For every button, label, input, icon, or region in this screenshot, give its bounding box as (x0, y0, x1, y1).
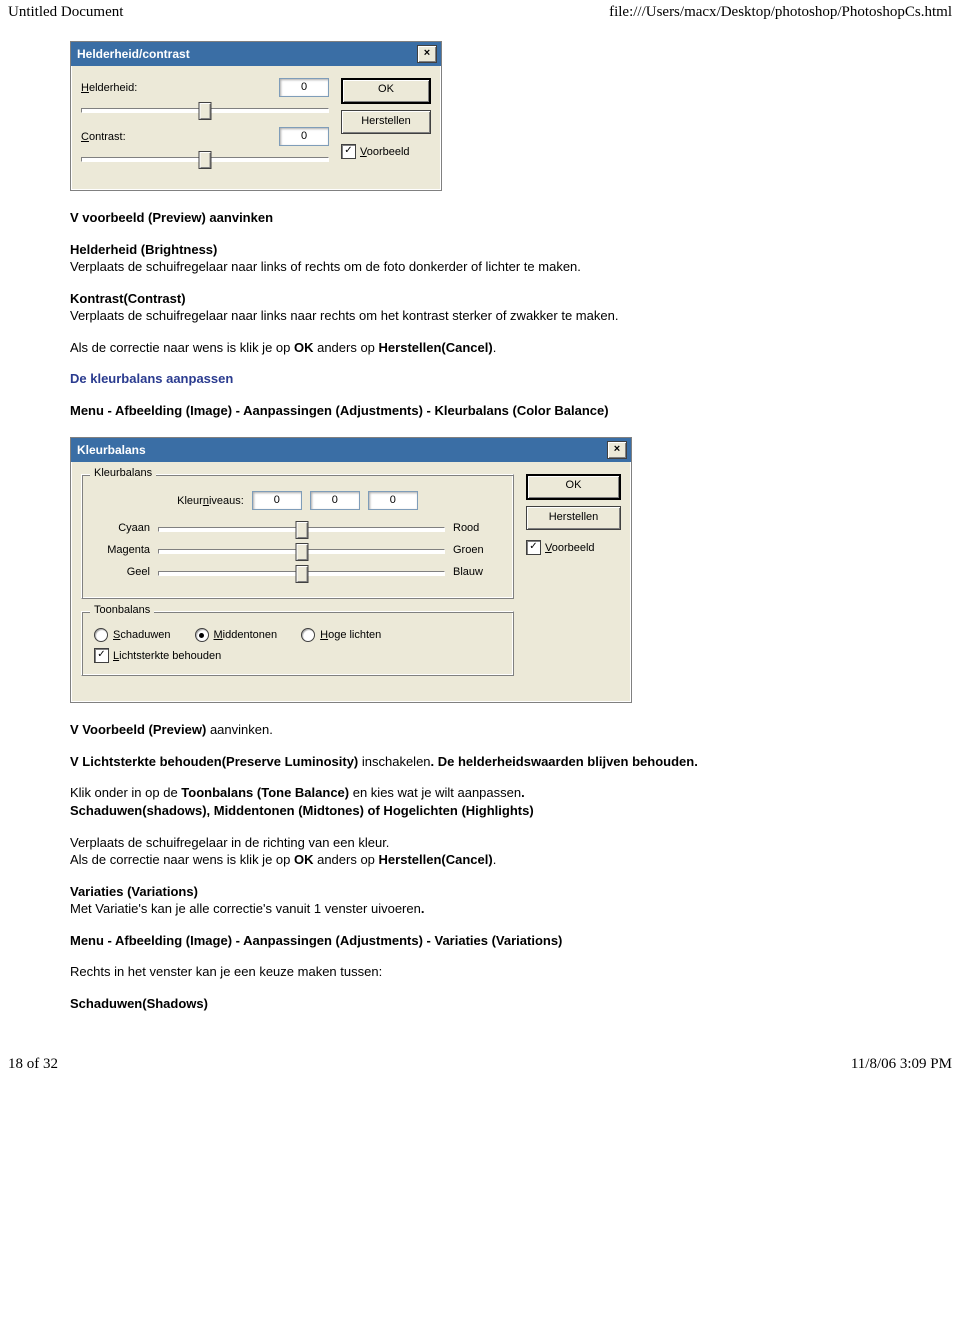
highlights-radio[interactable]: Hoge lichten (301, 628, 381, 642)
paragraph: Verplaats de schuifregelaar in de richti… (70, 834, 890, 869)
tone-balance-group: Toonbalans Schaduwen Middentonen Hoge li… (81, 611, 514, 676)
dialog-titlebar[interactable]: Helderheid/contrast × (71, 42, 441, 66)
cyan-label: Cyaan (94, 522, 150, 534)
checkbox-icon[interactable]: ✓ (94, 648, 109, 663)
contrast-slider[interactable] (81, 150, 329, 166)
brightness-slider[interactable] (81, 101, 329, 117)
yellow-label: Geel (94, 566, 150, 578)
brightness-contrast-dialog: Helderheid/contrast × HHelderheid:elderh… (70, 41, 442, 191)
color-balance-dialog: Kleurbalans × Kleurbalans Kleurniveaus: … (70, 437, 632, 703)
paragraph: Klik onder in op de Toonbalans (Tone Bal… (70, 784, 890, 819)
paragraph: Menu - Afbeelding (Image) - Aanpassingen… (70, 932, 890, 950)
header-title: Untitled Document (8, 4, 123, 21)
red-label: Rood (453, 522, 501, 534)
level-2-input[interactable]: 0 (310, 491, 360, 510)
level-3-input[interactable]: 0 (368, 491, 418, 510)
header-url: file:///Users/macx/Desktop/photoshop/Pho… (609, 4, 952, 21)
brightness-label: HHelderheid:elderheid: (81, 82, 271, 94)
checkbox-icon[interactable]: ✓ (526, 540, 541, 555)
color-balance-group: Kleurbalans Kleurniveaus: 0 0 0 Cyaan Ro… (81, 474, 514, 599)
yellow-blue-slider[interactable] (158, 564, 445, 580)
page-header: Untitled Document file:///Users/macx/Des… (0, 0, 960, 23)
paragraph: V Lichtsterkte behouden(Preserve Luminos… (70, 753, 890, 771)
restore-button[interactable]: Herstellen (526, 506, 621, 530)
midtones-radio[interactable]: Middentonen (195, 628, 278, 642)
preview-checkbox-row[interactable]: ✓ Voorbeeld (526, 540, 621, 555)
dialog-titlebar[interactable]: Kleurbalans × (71, 438, 631, 462)
brightness-input[interactable]: 0 (279, 78, 329, 97)
magenta-green-slider[interactable] (158, 542, 445, 558)
group-title: Toonbalans (90, 604, 154, 616)
page-content: Helderheid/contrast × HHelderheid:elderh… (0, 41, 960, 1012)
ok-button[interactable]: OK (526, 474, 621, 500)
paragraph: Variaties (Variations) Met Variatie's ka… (70, 883, 890, 918)
preserve-luminosity-checkbox[interactable]: ✓ Lichtsterkte behouden (94, 648, 501, 663)
restore-button[interactable]: Herstellen (341, 110, 431, 134)
blue-label: Blauw (453, 566, 501, 578)
close-icon[interactable]: × (607, 441, 627, 459)
preview-checkbox-row[interactable]: ✓ Voorbeeld (341, 144, 431, 159)
magenta-label: Magenta (94, 544, 150, 556)
paragraph: Schaduwen(Shadows) (70, 995, 890, 1013)
cyan-red-slider[interactable] (158, 520, 445, 536)
paragraph: Als de correctie naar wens is klik je op… (70, 339, 890, 357)
dialog-title: Kleurbalans (77, 443, 146, 457)
paragraph: Menu - Afbeelding (Image) - Aanpassingen… (70, 402, 890, 420)
paragraph: Helderheid (Brightness) Verplaats de sch… (70, 241, 890, 276)
ok-button[interactable]: OK (341, 78, 431, 104)
dialog-title: Helderheid/contrast (77, 47, 190, 61)
contrast-input[interactable]: 0 (279, 127, 329, 146)
close-icon[interactable]: × (417, 45, 437, 63)
level-1-input[interactable]: 0 (252, 491, 302, 510)
page-footer: 18 of 32 11/8/06 3:09 PM (0, 1026, 960, 1081)
paragraph: Rechts in het venster kan je een keuze m… (70, 963, 890, 981)
paragraph: V voorbeeld (Preview) aanvinken (70, 209, 890, 227)
levels-label: Kleurniveaus: (177, 495, 244, 507)
group-title: Kleurbalans (90, 467, 156, 479)
page-number: 18 of 32 (8, 1056, 58, 1073)
page-date: 11/8/06 3:09 PM (851, 1056, 952, 1073)
checkbox-icon[interactable]: ✓ (341, 144, 356, 159)
section-heading: De kleurbalans aanpassen (70, 370, 890, 388)
paragraph: Kontrast(Contrast) Verplaats de schuifre… (70, 290, 890, 325)
paragraph: V Voorbeeld (Preview) aanvinken. (70, 721, 890, 739)
green-label: Groen (453, 544, 501, 556)
shadows-radio[interactable]: Schaduwen (94, 628, 171, 642)
contrast-label: Contrast: (81, 131, 271, 143)
